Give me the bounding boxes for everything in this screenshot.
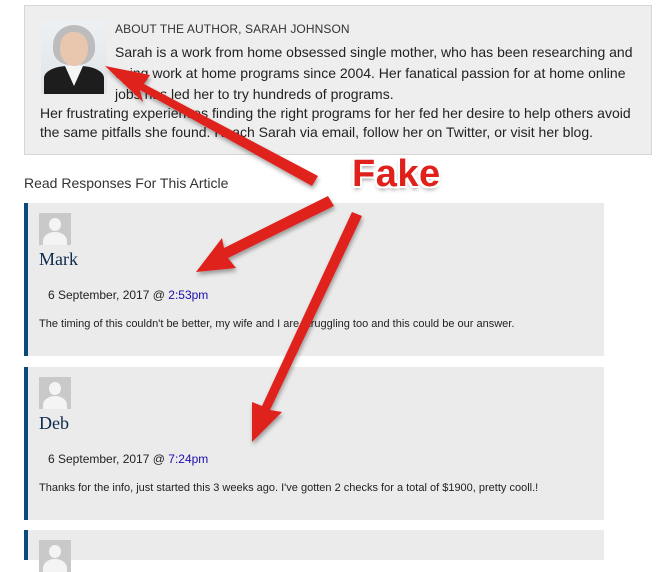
arrow-to-mark-icon [196, 196, 334, 272]
arrow-to-author-icon [105, 66, 318, 186]
arrow-to-deb-icon [252, 212, 362, 442]
annotation-arrows [105, 66, 362, 442]
fake-label: Fake [352, 153, 441, 195]
